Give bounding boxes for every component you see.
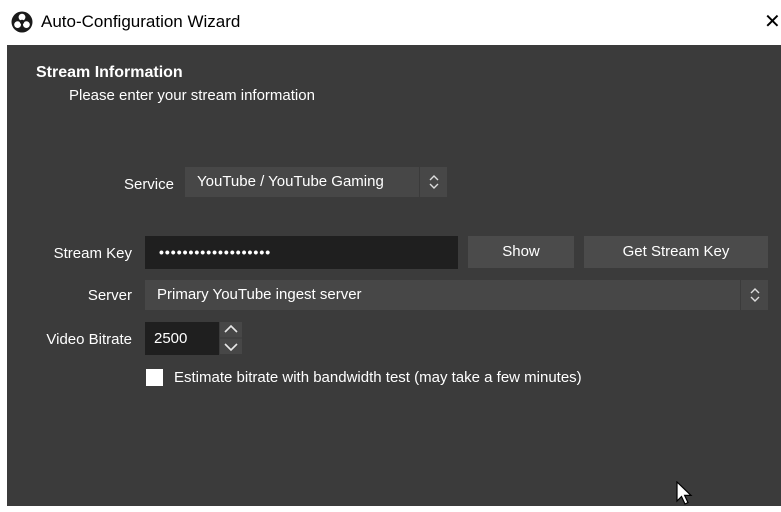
server-value: Primary YouTube ingest server [157, 286, 362, 303]
server-select[interactable]: Primary YouTube ingest server [145, 280, 768, 310]
estimate-bitrate-checkbox[interactable] [146, 369, 163, 386]
title-bar: Auto-Configuration Wizard ✕ [0, 0, 781, 45]
close-icon[interactable]: ✕ [764, 11, 781, 33]
wizard-page: Stream Information Please enter your str… [7, 45, 781, 506]
stream-key-label: Stream Key [53, 245, 132, 262]
get-stream-key-button[interactable]: Get Stream Key [584, 236, 768, 268]
obs-logo-icon [11, 11, 33, 33]
section-title: Stream Information [36, 64, 183, 81]
service-select[interactable]: YouTube / YouTube Gaming [185, 167, 447, 197]
stream-key-input[interactable]: ••••••••••••••••••• [145, 236, 458, 269]
chevron-updown-icon [419, 167, 447, 197]
mouse-cursor-icon [676, 480, 694, 512]
show-key-button[interactable]: Show [468, 236, 574, 268]
bitrate-stepper[interactable] [220, 322, 242, 354]
video-bitrate-label: Video Bitrate [46, 331, 132, 348]
service-label: Service [123, 176, 174, 193]
estimate-bitrate-label: Estimate bitrate with bandwidth test (ma… [174, 369, 582, 386]
window-title: Auto-Configuration Wizard [41, 12, 241, 31]
video-bitrate-input[interactable]: 2500 [145, 322, 219, 355]
service-value: YouTube / YouTube Gaming [197, 173, 384, 190]
chevron-updown-icon [740, 280, 768, 310]
section-subtitle: Please enter your stream information [69, 87, 315, 104]
server-label: Server [87, 287, 132, 304]
